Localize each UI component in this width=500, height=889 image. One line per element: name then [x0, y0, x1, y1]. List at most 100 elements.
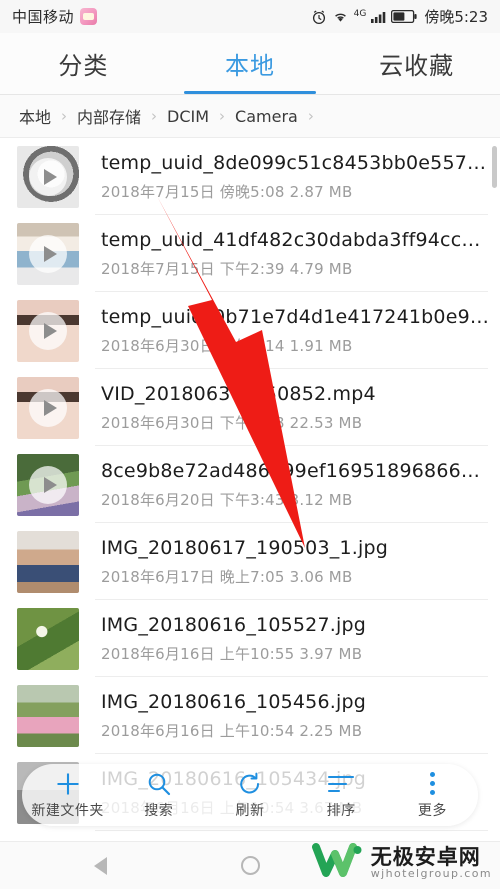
- file-subtitle: 2018年6月30日 下午3:14 1.91 MB: [101, 335, 490, 356]
- tab-cloud-favorites[interactable]: 云收藏: [333, 33, 500, 94]
- refresh-button[interactable]: 刷新: [205, 771, 295, 820]
- breadcrumb-item-local[interactable]: 本地: [14, 104, 56, 128]
- sort-label: 排序: [326, 802, 356, 819]
- file-size: 1.91 MB: [289, 337, 353, 356]
- file-list[interactable]: temp_uuid_8de099c51c8453bb0e557fc... 201…: [0, 138, 500, 841]
- more-button[interactable]: 更多: [387, 771, 477, 820]
- nav-home-button[interactable]: [175, 856, 325, 875]
- file-subtitle: 2018年6月20日 下午3:43 3.12 MB: [101, 489, 490, 510]
- file-subtitle: 2018年6月17日 晚上7:05 3.06 MB: [101, 566, 490, 587]
- file-info: temp_uuid_0b71e7d4d1e417241b0e9d... 2018…: [101, 305, 490, 357]
- play-icon: [29, 388, 67, 427]
- file-time: 傍晚5:08: [219, 183, 285, 202]
- file-thumbnail: [17, 607, 79, 670]
- file-info: IMG_20180616_105527.jpg 2018年6月16日 上午10:…: [101, 613, 490, 665]
- file-date: 2018年6月17日: [101, 568, 215, 587]
- watermark: 无极安卓网 wjhotelgroup.com: [311, 841, 492, 885]
- file-date: 2018年6月30日: [101, 414, 215, 433]
- file-info: IMG_20180617_190503_1.jpg 2018年6月17日 晚上7…: [101, 536, 490, 588]
- table-row[interactable]: temp_uuid_0b71e7d4d1e417241b0e9d... 2018…: [0, 292, 500, 369]
- refresh-icon: [237, 771, 263, 797]
- file-thumbnail: [17, 684, 79, 747]
- table-row[interactable]: IMG_20180617_190503_1.jpg 2018年6月17日 晚上7…: [0, 523, 500, 600]
- clock-label: 傍晚5:23: [424, 8, 488, 26]
- breadcrumb-item-internal-storage[interactable]: 内部存储: [72, 104, 146, 128]
- nav-back-button[interactable]: [25, 856, 175, 875]
- tab-categories[interactable]: 分类: [0, 33, 167, 94]
- file-size: 22.53 MB: [289, 414, 363, 433]
- tab-local[interactable]: 本地: [167, 33, 334, 94]
- file-thumbnail: [17, 299, 79, 362]
- file-date: 2018年6月16日: [101, 722, 215, 741]
- play-icon: [29, 465, 67, 504]
- file-time: 上午10:55: [219, 645, 295, 664]
- file-name: temp_uuid_8de099c51c8453bb0e557fc...: [101, 151, 490, 174]
- file-size: 2.25 MB: [299, 722, 363, 741]
- file-name: IMG_20180616_105527.jpg: [101, 613, 366, 636]
- chevron-right-icon: ›: [151, 106, 158, 125]
- file-subtitle: 2018年7月15日 下午2:39 4.79 MB: [101, 258, 490, 279]
- breadcrumb-item-dcim[interactable]: DCIM: [162, 107, 214, 126]
- file-date: 2018年6月30日: [101, 337, 215, 356]
- search-icon: [146, 771, 172, 797]
- file-info: IMG_20180616_105456.jpg 2018年6月16日 上午10:…: [101, 690, 490, 742]
- watermark-text: 无极安卓网 wjhotelgroup.com: [371, 846, 492, 880]
- wifi-icon: [332, 10, 349, 24]
- file-date: 2018年7月15日: [101, 183, 215, 202]
- new-folder-button[interactable]: 新建文件夹: [23, 771, 113, 820]
- status-bar: 中国移动 4G 傍晚5:23: [0, 0, 500, 33]
- file-date: 2018年6月20日: [101, 491, 215, 510]
- file-size: 3.06 MB: [289, 568, 353, 587]
- w-logo-icon: [311, 841, 364, 885]
- sort-button[interactable]: 排序: [296, 771, 386, 820]
- table-row[interactable]: 8ce9b8e72ad486799ef169518968665f... 2018…: [0, 446, 500, 523]
- file-subtitle: 2018年6月16日 上午10:55 3.97 MB: [101, 643, 490, 664]
- file-thumbnail: [17, 376, 79, 439]
- file-thumbnail: [17, 530, 79, 593]
- file-thumbnail: [17, 145, 79, 208]
- file-name: 8ce9b8e72ad486799ef169518968665f...: [101, 459, 490, 482]
- status-bar-right: 4G 傍晚5:23: [311, 6, 488, 27]
- bottom-toolbar: 新建文件夹 搜索 刷新 排序 更多: [22, 764, 478, 826]
- table-row[interactable]: temp_uuid_41df482c30dabda3ff94ccd... 201…: [0, 215, 500, 292]
- breadcrumb-item-camera[interactable]: Camera: [230, 107, 303, 126]
- table-row[interactable]: IMG_20180616_105456.jpg 2018年6月16日 上午10:…: [0, 677, 500, 754]
- breadcrumb: 本地 › 内部存储 › DCIM › Camera ›: [0, 95, 500, 138]
- file-info: VID_20180630_150852.mp4 2018年6月30日 下午3:0…: [101, 382, 490, 434]
- file-size: 3.97 MB: [299, 645, 363, 664]
- file-subtitle: 2018年6月16日 上午10:54 2.25 MB: [101, 720, 490, 741]
- file-size: 4.79 MB: [289, 260, 353, 279]
- table-row[interactable]: IMG_20180616_105527.jpg 2018年6月16日 上午10:…: [0, 600, 500, 677]
- table-row[interactable]: VID_20180630_150852.mp4 2018年6月30日 下午3:0…: [0, 369, 500, 446]
- scrollbar-thumb[interactable]: [492, 146, 497, 188]
- watermark-title: 无极安卓网: [370, 845, 481, 870]
- home-circle-icon: [240, 856, 260, 875]
- tab-bar: 分类 本地 云收藏: [0, 33, 500, 95]
- file-info: temp_uuid_41df482c30dabda3ff94ccd... 201…: [101, 228, 490, 280]
- more-vertical-icon: [429, 771, 435, 797]
- file-name: temp_uuid_0b71e7d4d1e417241b0e9d...: [101, 305, 490, 328]
- watermark-url: wjhotelgroup.com: [370, 867, 492, 881]
- file-time: 晚上7:05: [219, 568, 285, 587]
- carrier-label: 中国移动: [12, 8, 75, 26]
- refresh-label: 刷新: [235, 802, 265, 819]
- battery-icon: [391, 10, 417, 23]
- file-info: temp_uuid_8de099c51c8453bb0e557fc... 201…: [101, 151, 490, 203]
- file-date: 2018年6月16日: [101, 645, 215, 664]
- more-label: 更多: [417, 802, 447, 819]
- back-triangle-icon: [93, 856, 107, 875]
- file-name: temp_uuid_41df482c30dabda3ff94ccd...: [101, 228, 490, 251]
- file-time: 下午3:08: [219, 414, 285, 433]
- table-row[interactable]: temp_uuid_8de099c51c8453bb0e557fc... 201…: [0, 138, 500, 215]
- chevron-right-icon: ›: [307, 106, 314, 125]
- file-thumbnail: [17, 453, 79, 516]
- search-button[interactable]: 搜索: [114, 771, 204, 820]
- file-size: 2.87 MB: [289, 183, 353, 202]
- file-size: 3.12 MB: [289, 491, 353, 510]
- chevron-right-icon: ›: [219, 106, 226, 125]
- plus-icon: [55, 771, 81, 797]
- file-time: 下午3:43: [219, 491, 285, 510]
- file-name: IMG_20180617_190503_1.jpg: [101, 536, 388, 559]
- network-type-label: 4G: [353, 9, 367, 19]
- play-icon: [29, 311, 67, 350]
